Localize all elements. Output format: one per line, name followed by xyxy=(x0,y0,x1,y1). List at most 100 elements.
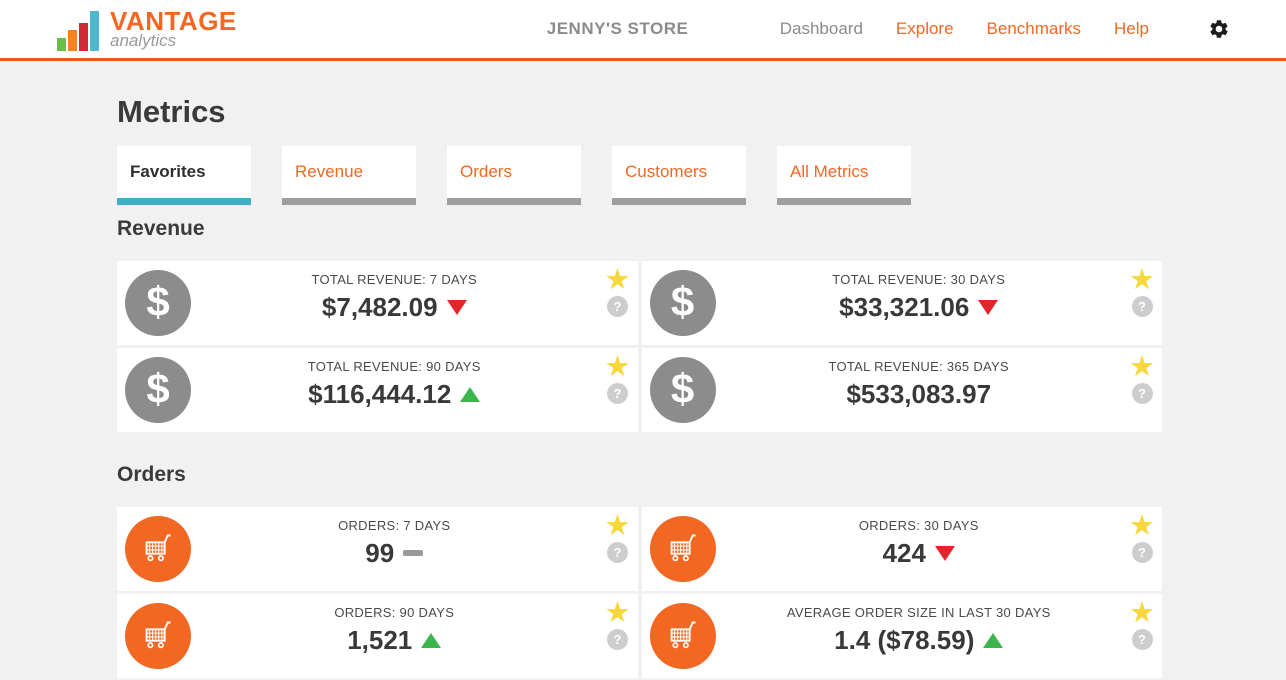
metric-label: TOTAL REVENUE: 7 DAYS xyxy=(312,272,477,287)
tab-customers[interactable]: Customers xyxy=(612,146,746,205)
store-name: JENNY'S STORE xyxy=(547,19,689,39)
favorite-star-icon[interactable]: ★ xyxy=(1129,353,1155,379)
card-actions: ★? xyxy=(1122,348,1162,432)
metric-card-orders-30-days: ORDERS: 30 DAYS 424 ★? xyxy=(642,507,1163,591)
metric-card-total-revenue-365-days: $ TOTAL REVENUE: 365 DAYS $533,083.97 ★? xyxy=(642,348,1163,432)
card-actions: ★? xyxy=(598,507,638,591)
help-icon[interactable]: ? xyxy=(607,629,628,650)
metric-card-total-revenue-7-days: $ TOTAL REVENUE: 7 DAYS $7,482.09 ★? xyxy=(117,261,638,345)
metric-body: TOTAL REVENUE: 90 DAYS$116,444.12 xyxy=(191,348,598,432)
trend-flat-indicator xyxy=(403,550,423,556)
section-title-revenue: Revenue xyxy=(117,217,1162,241)
metric-card-average-order-size-in-last-30-days: AVERAGE ORDER SIZE IN LAST 30 DAYS 1.4 ($… xyxy=(642,594,1163,678)
metric-card-orders-90-days: ORDERS: 90 DAYS 1,521 ★? xyxy=(117,594,638,678)
card-actions: ★? xyxy=(598,348,638,432)
trend-down-indicator xyxy=(935,546,955,561)
section-title-orders: Orders xyxy=(117,463,1162,487)
metric-value: 99 xyxy=(365,538,423,568)
cart-icon xyxy=(650,603,716,669)
card-grid-orders: ORDERS: 7 DAYS99★?ORDERS: 30 DAYS424★?OR… xyxy=(117,507,1162,678)
trend-up-indicator xyxy=(983,633,1003,648)
tab-all-metrics[interactable]: All Metrics xyxy=(777,146,911,205)
app-header: VANTAGE analytics JENNY'S STORE Dashboar… xyxy=(0,0,1286,61)
metric-body: TOTAL REVENUE: 7 DAYS $7,482.09 xyxy=(191,261,598,345)
metric-card-orders-7-days: ORDERS: 7 DAYS 99 ★? xyxy=(117,507,638,591)
card-actions: ★? xyxy=(1122,594,1162,678)
metric-value-text: 1,521 xyxy=(347,625,412,655)
metric-label: TOTAL REVENUE: 30 DAYS xyxy=(832,272,1005,287)
help-icon[interactable]: ? xyxy=(1132,383,1153,404)
tab-label: Revenue xyxy=(295,162,363,182)
metric-body: ORDERS: 90 DAYS 1,521 xyxy=(191,594,598,678)
metric-label: ORDERS: 7 DAYS xyxy=(338,518,450,533)
help-icon[interactable]: ? xyxy=(1132,542,1153,563)
metric-value: 1,521 xyxy=(347,625,441,655)
metric-label: ORDERS: 30 DAYS xyxy=(859,518,979,533)
page-title: Metrics xyxy=(117,95,1162,129)
metric-value-text: $7,482.09 xyxy=(322,292,438,322)
help-icon[interactable]: ? xyxy=(1132,296,1153,317)
tab-favorites[interactable]: Favorites xyxy=(117,146,251,205)
metric-value: $33,321.06 xyxy=(839,292,998,322)
metric-card-total-revenue-30-days: $ TOTAL REVENUE: 30 DAYS $33,321.06 ★? xyxy=(642,261,1163,345)
tab-label: All Metrics xyxy=(790,162,868,182)
help-icon[interactable]: ? xyxy=(1132,629,1153,650)
logo-brand: VANTAGE xyxy=(110,8,237,34)
help-icon[interactable]: ? xyxy=(607,383,628,404)
cart-icon xyxy=(125,516,191,582)
tab-label: Orders xyxy=(460,162,512,182)
metric-value-text: $33,321.06 xyxy=(839,292,969,322)
dollar-icon: $ xyxy=(125,270,191,336)
card-actions: ★? xyxy=(598,261,638,345)
favorite-star-icon[interactable]: ★ xyxy=(605,353,631,379)
nav-help[interactable]: Help xyxy=(1114,19,1149,39)
metric-value-text: 99 xyxy=(365,538,394,568)
help-icon[interactable]: ? xyxy=(607,296,628,317)
metric-label: ORDERS: 90 DAYS xyxy=(334,605,454,620)
favorite-star-icon[interactable]: ★ xyxy=(605,512,631,538)
metric-value: 424 xyxy=(883,538,955,568)
metric-value: $7,482.09 xyxy=(322,292,467,322)
metric-body: TOTAL REVENUE: 365 DAYS $533,083.97 xyxy=(716,348,1123,432)
trend-down-indicator xyxy=(447,300,467,315)
trend-up-indicator xyxy=(460,387,480,402)
metrics-page: Metrics Favorites Revenue Orders Customers A… xyxy=(117,95,1162,678)
cart-icon xyxy=(650,516,716,582)
tab-revenue[interactable]: Revenue xyxy=(282,146,416,205)
tab-label: Customers xyxy=(625,162,707,182)
card-actions: ★? xyxy=(1122,507,1162,591)
metric-value: $116,444.12 xyxy=(308,379,480,409)
dollar-icon: $ xyxy=(650,357,716,423)
favorite-star-icon[interactable]: ★ xyxy=(1129,512,1155,538)
sections: Revenue $ TOTAL REVENUE: 7 DAYS $7,482.09 ★?… xyxy=(117,217,1162,678)
settings-gear-icon[interactable] xyxy=(1208,18,1230,40)
nav-benchmarks[interactable]: Benchmarks xyxy=(987,19,1081,39)
metric-value-text: 1.4 ($78.59) xyxy=(834,625,974,655)
dollar-icon: $ xyxy=(125,357,191,423)
dollar-icon: $ xyxy=(650,270,716,336)
favorite-star-icon[interactable]: ★ xyxy=(1129,599,1155,625)
trend-up-indicator xyxy=(421,633,441,648)
metric-body: ORDERS: 30 DAYS 424 xyxy=(716,507,1123,591)
help-icon[interactable]: ? xyxy=(607,542,628,563)
vantage-logo[interactable]: VANTAGE analytics xyxy=(57,8,237,51)
metric-label: AVERAGE ORDER SIZE IN LAST 30 DAYS xyxy=(787,605,1051,620)
metric-value-text: $533,083.97 xyxy=(846,379,991,409)
metric-value-text: $116,444.12 xyxy=(308,379,451,409)
nav-dashboard[interactable]: Dashboard xyxy=(780,19,863,39)
metric-body: TOTAL REVENUE: 30 DAYS $33,321.06 xyxy=(716,261,1123,345)
favorite-star-icon[interactable]: ★ xyxy=(1129,266,1155,292)
metric-body: AVERAGE ORDER SIZE IN LAST 30 DAYS 1.4 ($… xyxy=(716,594,1123,678)
metric-value: 1.4 ($78.59) xyxy=(834,625,1003,655)
trend-down-indicator xyxy=(978,300,998,315)
metric-body: ORDERS: 7 DAYS 99 xyxy=(191,507,598,591)
main-nav: Dashboard Explore Benchmarks Help xyxy=(780,19,1149,39)
favorite-star-icon[interactable]: ★ xyxy=(605,599,631,625)
tab-orders[interactable]: Orders xyxy=(447,146,581,205)
metric-card-total-revenue-90-days: $TOTAL REVENUE: 90 DAYS$116,444.12★? xyxy=(117,348,638,432)
card-actions: ★? xyxy=(598,594,638,678)
favorite-star-icon[interactable]: ★ xyxy=(605,266,631,292)
metric-label: TOTAL REVENUE: 365 DAYS xyxy=(828,359,1009,374)
nav-explore[interactable]: Explore xyxy=(896,19,954,39)
card-actions: ★? xyxy=(1122,261,1162,345)
